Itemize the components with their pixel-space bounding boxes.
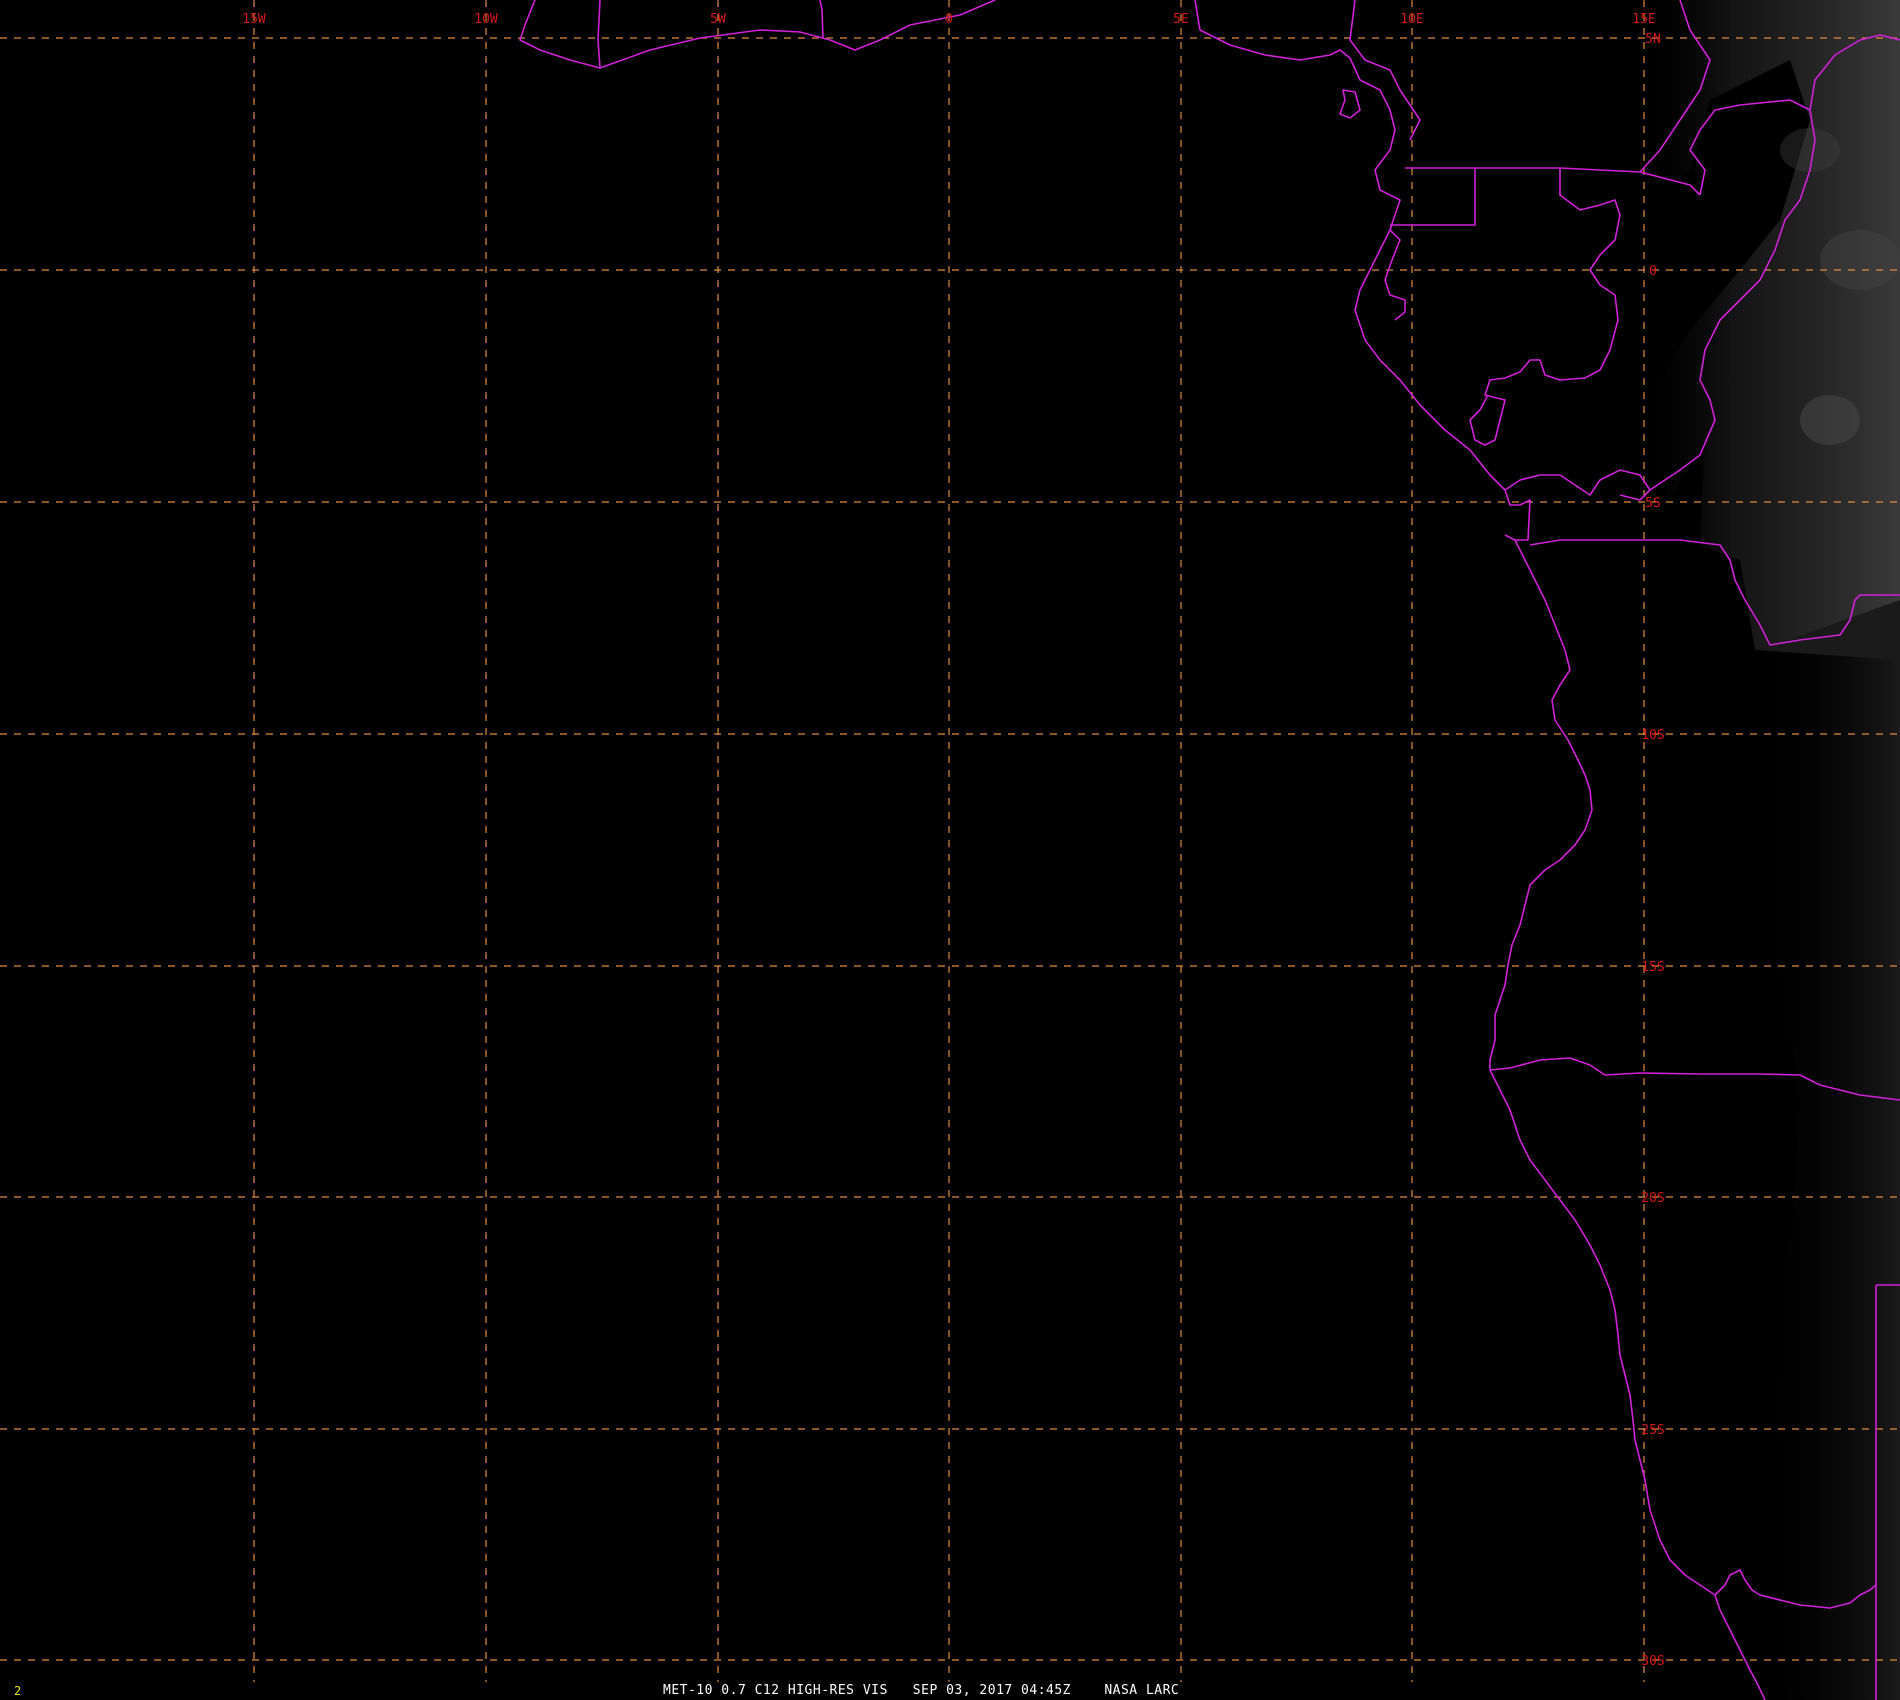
west-africa-coast [519,0,996,69]
ghana-border [597,0,601,69]
longitude-label: 5W [710,12,726,27]
eq-guinea-border [1390,167,1476,226]
longitude-label: 5E [1173,12,1189,27]
lat-lon-grid [0,0,1900,1682]
latitude-label: 10S [1641,728,1664,743]
frame-number: 2 [14,1684,22,1698]
bioko-island [1339,89,1361,119]
cabinda-border [1504,489,1531,541]
latitude-label: 0 [1649,264,1657,279]
cloud-cover [1640,0,1900,1700]
latitude-label: 20S [1641,1191,1664,1206]
togo-border [819,0,824,39]
satellite-map: 15W 10W 5W 0 5E 10E 15E 5N 0 5S 10S 15S 20S 25S 30S [0,0,1900,1700]
gabon-coast [1354,229,1506,491]
south-africa-coast [1714,1594,1766,1700]
gabon-congo-border [1469,168,1621,446]
longitude-label: 10E [1400,12,1423,27]
image-caption: MET-10 0.7 C12 HIGH-RES VIS SEP 03, 2017… [663,1683,1180,1698]
latitude-label: 5S [1645,496,1661,511]
latitude-label: 30S [1641,1654,1664,1669]
longitude-label: 0 [945,12,953,27]
coastline-and-borders [519,0,1900,1700]
gulf-coast-east [1194,0,1406,321]
namibia-coast [1489,1069,1716,1596]
latitude-label: 25S [1641,1423,1664,1438]
longitude-label: 15W [242,12,266,27]
latitude-label: 15S [1641,960,1664,975]
angola-coast [1489,539,1593,1070]
longitude-label: 15E [1632,12,1655,27]
grid-labels: 15W 10W 5W 0 5E 10E 15E 5N 0 5S 10S 15S 20S 25S 30S [242,12,1664,1669]
congo-coast [1504,469,1651,501]
latitude-label: 5N [1645,32,1661,47]
longitude-label: 10W [474,12,498,27]
